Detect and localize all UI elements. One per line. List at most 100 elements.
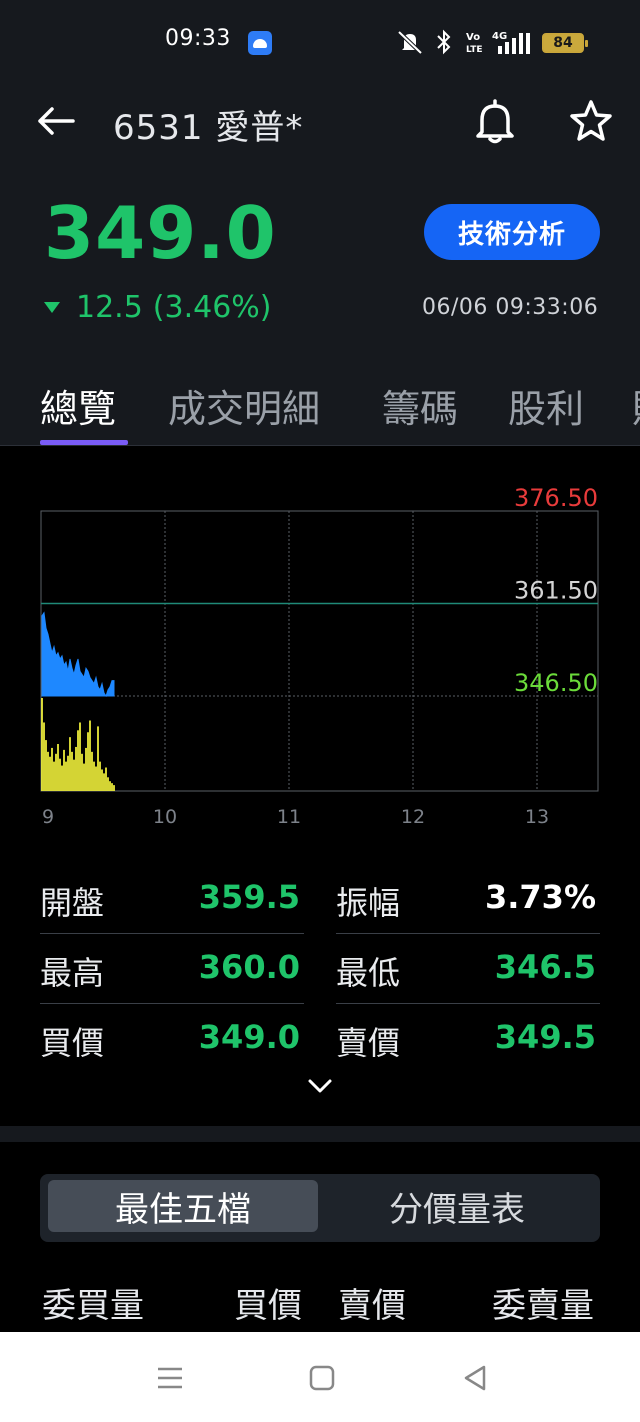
- volume-bar: [51, 747, 53, 791]
- column-bid-price: 買價: [234, 1286, 302, 1326]
- tab-trade-details[interactable]: 成交明細: [168, 378, 320, 433]
- menu-icon[interactable]: [156, 1364, 184, 1392]
- volume-bar: [83, 763, 85, 791]
- stat-label: 開盤: [40, 884, 105, 922]
- volume-bar: [77, 730, 79, 791]
- volume-bar: [87, 732, 89, 791]
- volume-bar: [65, 761, 67, 791]
- active-tab-indicator: [40, 440, 128, 445]
- volume-bar: [97, 726, 99, 791]
- stat-label: 買價: [40, 1024, 105, 1062]
- stat-value: 360.0: [198, 948, 300, 986]
- volume-bar: [109, 781, 111, 791]
- stat-value: 359.5: [198, 878, 300, 916]
- tab-financial[interactable]: 財: [632, 378, 640, 433]
- back-arrow-icon[interactable]: [36, 106, 76, 136]
- stat-label: 最高: [40, 954, 105, 992]
- volume-bar: [47, 751, 49, 791]
- current-price: 349.0: [44, 191, 277, 275]
- volume-bar: [103, 773, 105, 791]
- volume-bar: [49, 756, 51, 791]
- stat-label: 振幅: [336, 884, 401, 922]
- volume-bar: [79, 722, 81, 791]
- stat-open: 開盤 359.5: [40, 864, 304, 934]
- column-ask-volume: 委賣量: [492, 1286, 594, 1326]
- volume-bar: [93, 761, 95, 791]
- volume-bar: [57, 744, 59, 791]
- volume-bar: [95, 766, 97, 791]
- price-change: 12.5 (3.46%): [44, 290, 272, 325]
- home-icon[interactable]: [308, 1364, 336, 1392]
- quote-timestamp: 06/06 09:33:06: [422, 295, 599, 320]
- tab-chips[interactable]: 籌碼: [382, 378, 458, 433]
- volume-bar: [111, 783, 113, 791]
- volume-bar: [71, 751, 73, 791]
- stock-title: 6531 愛普*: [113, 108, 304, 148]
- volume-bar: [81, 753, 83, 791]
- down-triangle-icon: [44, 302, 60, 313]
- svg-text:LTE: LTE: [466, 45, 483, 55]
- volume-bar: [61, 765, 63, 791]
- stat-low: 最低 346.5: [336, 934, 600, 1004]
- stat-amplitude: 振幅 3.73%: [336, 864, 600, 934]
- android-notification-icon: [248, 31, 272, 55]
- volume-bar: [91, 751, 93, 791]
- volume-bar: [101, 769, 103, 791]
- stat-bid: 買價 349.0: [40, 1004, 304, 1074]
- 4g-signal-icon: 4G: [492, 31, 530, 54]
- quote-header: 6531 愛普* 349.0 12.5 (3.46%) 技術分析 06/06 0…: [0, 86, 640, 446]
- price-area: [41, 611, 115, 698]
- change-amount: 12.5: [76, 290, 143, 325]
- tab-dividend[interactable]: 股利: [508, 378, 584, 433]
- stat-ask: 賣價 349.5: [336, 1004, 600, 1074]
- order-book-section: 最佳五檔 分價量表 委買量 買價 賣價 委賣量: [0, 1142, 640, 1332]
- segment-price-volume[interactable]: 分價量表: [322, 1180, 592, 1232]
- stat-value: 349.0: [198, 1018, 300, 1056]
- stat-value: 346.5: [494, 948, 596, 986]
- volume-bar: [45, 740, 47, 791]
- volte-icon: Vo LTE: [466, 32, 483, 55]
- chevron-down-icon[interactable]: [306, 1076, 334, 1096]
- volume-bar: [43, 722, 45, 791]
- volume-bar: [67, 755, 69, 791]
- star-icon[interactable]: [568, 98, 614, 144]
- svg-text:Vo: Vo: [466, 32, 480, 43]
- volume-bar: [113, 785, 115, 791]
- order-book-segmented-control: 最佳五檔 分價量表: [40, 1174, 600, 1242]
- y-axis-label: 346.50: [514, 669, 598, 697]
- system-navigation-bar: [0, 1332, 640, 1422]
- tab-overview[interactable]: 總覽: [40, 378, 116, 433]
- volume-bar: [73, 759, 75, 791]
- volume-bar: [99, 761, 101, 791]
- stat-high: 最高 360.0: [40, 934, 304, 1004]
- volume-bar: [75, 746, 77, 791]
- chart-frame: [40, 510, 599, 792]
- volume-bar: [89, 720, 91, 791]
- mute-icon: [397, 30, 423, 55]
- column-ask-price: 賣價: [338, 1286, 406, 1326]
- status-time: 09:33: [165, 26, 231, 51]
- volume-bar: [63, 749, 65, 791]
- stat-label: 賣價: [336, 1024, 401, 1062]
- volume-bar: [69, 737, 71, 791]
- volume-bar: [107, 777, 109, 791]
- intraday-chart[interactable]: 376.50 361.50 346.50 9 10 11 12 13: [0, 446, 640, 846]
- back-triangle-icon[interactable]: [462, 1364, 490, 1392]
- x-tick-label: 9: [42, 806, 54, 828]
- technical-analysis-button[interactable]: 技術分析: [424, 204, 600, 260]
- y-axis-label: 361.50: [514, 577, 598, 605]
- segment-best-five[interactable]: 最佳五檔: [48, 1180, 318, 1232]
- stat-value: 3.73%: [484, 878, 596, 916]
- volume-bar: [105, 767, 107, 791]
- column-bid-volume: 委買量: [42, 1286, 144, 1326]
- x-tick-label: 11: [277, 806, 301, 828]
- svg-text:4G: 4G: [492, 31, 507, 42]
- bluetooth-icon: [437, 29, 451, 55]
- bell-icon[interactable]: [474, 98, 516, 144]
- volume-bar: [59, 758, 61, 791]
- x-tick-label: 13: [525, 806, 549, 828]
- volume-bar: [53, 761, 55, 791]
- volume-bar: [85, 747, 87, 791]
- x-tick-label: 10: [153, 806, 177, 828]
- x-tick-label: 12: [401, 806, 425, 828]
